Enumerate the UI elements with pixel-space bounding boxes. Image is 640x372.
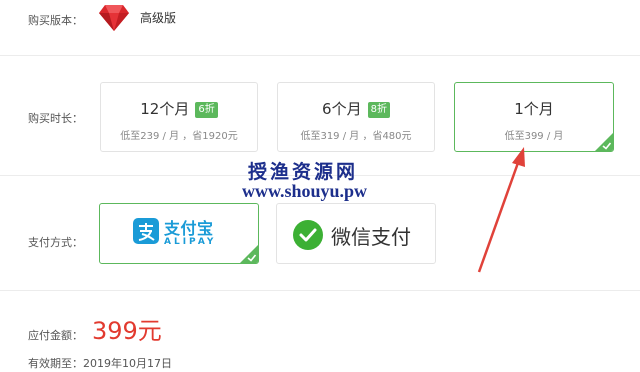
wechat-pay-icon <box>293 220 323 250</box>
alipay-name: 支付宝 <box>164 219 214 238</box>
plan-price-note: 低至319 / 月 ，省480元 <box>300 131 412 142</box>
watermark-url: www.shouyu.pw <box>242 181 368 201</box>
duration-label: 购买时长： <box>28 112 83 125</box>
divider <box>0 290 640 291</box>
amount-label: 应付金额： <box>28 329 83 342</box>
validity-label: 有效期至： <box>28 357 83 370</box>
edition-label: 购买版本： <box>28 14 83 27</box>
selected-check-icon <box>595 133 613 151</box>
plan-12-months[interactable]: 12个月 6折 低至239 / 月 ，省1920元 <box>100 82 258 152</box>
plan-price-note: 低至239 / 月 ，省1920元 <box>120 131 238 142</box>
plan-title: 12个月 <box>140 100 190 118</box>
ruby-gem-icon <box>99 5 129 31</box>
plan-title: 1个月 <box>514 100 554 118</box>
plan-title: 6个月 <box>322 100 362 118</box>
amount-value: 399元 <box>92 317 162 345</box>
alipay-option[interactable]: 支付宝 ALIPAY <box>99 203 259 264</box>
validity-date: 2019年10月17日 <box>83 357 172 370</box>
watermark-text: 授渔资源网 <box>248 161 359 183</box>
discount-badge: 8折 <box>367 102 390 118</box>
selected-check-icon <box>240 245 258 263</box>
alipay-logo-icon <box>133 218 159 244</box>
discount-badge: 6折 <box>195 102 218 118</box>
divider <box>0 55 640 56</box>
plan-6-months[interactable]: 6个月 8折 低至319 / 月 ，省480元 <box>277 82 435 152</box>
edition-name: 高级版 <box>140 11 177 25</box>
alipay-sub: ALIPAY <box>164 237 217 247</box>
plan-price-note: 低至399 / 月 <box>504 131 564 142</box>
plan-1-month[interactable]: 1个月 低至399 / 月 <box>454 82 614 152</box>
payment-label: 支付方式： <box>28 236 83 249</box>
wechat-pay-option[interactable]: 微信支付 <box>276 203 436 264</box>
wechat-pay-name: 微信支付 <box>331 225 411 249</box>
